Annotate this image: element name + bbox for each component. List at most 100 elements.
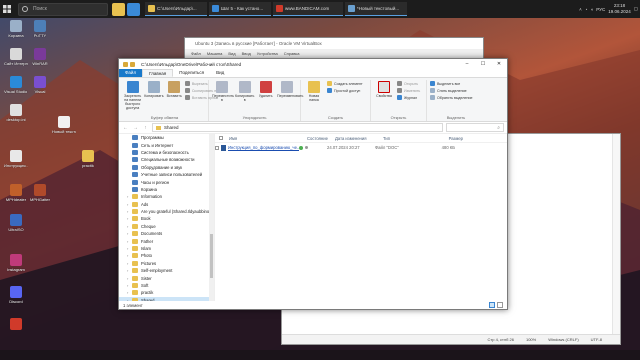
- select-all-button[interactable]: Выделить все: [430, 81, 473, 86]
- nav-item[interactable]: Специальные возможности: [119, 156, 214, 163]
- nav-item[interactable]: › Father: [119, 237, 214, 244]
- scroll-thumb[interactable]: [210, 234, 213, 278]
- nav-item[interactable]: › Soft: [119, 282, 214, 289]
- desktop-icon[interactable]: Новый текстов...: [52, 116, 76, 134]
- col-status[interactable]: Состояние: [307, 136, 335, 141]
- nav-item[interactable]: › Pictures: [119, 260, 214, 267]
- taskbar-task[interactable]: Шаг 5 - Как устано...: [209, 2, 271, 16]
- nav-item[interactable]: › Book: [119, 215, 214, 222]
- desktop-icon[interactable]: MPHGatter: [28, 184, 52, 202]
- taskbar-task[interactable]: *Новый текстовый...: [345, 2, 407, 16]
- tab-view[interactable]: Вид: [210, 69, 230, 77]
- nav-item[interactable]: Учетные записи пользователей: [119, 171, 214, 178]
- nav-item[interactable]: Корзина: [119, 186, 214, 193]
- explorer-pin-icon[interactable]: [112, 2, 125, 16]
- file-explorer-window[interactable]: C:\Users\Ильдар\OneDrive\Рабочий стол\Sh…: [118, 58, 508, 310]
- browser-pin-icon[interactable]: [127, 2, 140, 16]
- nav-scrollbar[interactable]: [209, 134, 214, 301]
- select-none-button[interactable]: Снять выделение: [430, 88, 473, 93]
- pin-quick-access-button[interactable]: Закрепить на панели быстрого доступа: [124, 80, 141, 114]
- up-button[interactable]: ↑: [142, 125, 149, 131]
- nav-item[interactable]: › Information: [119, 193, 214, 200]
- desktop-icon[interactable]: Корзина: [4, 20, 28, 38]
- copy-button[interactable]: Копировать: [144, 80, 164, 114]
- col-size[interactable]: Размер: [425, 136, 465, 141]
- vbox-menu-item[interactable]: Справка: [284, 51, 300, 56]
- volume-icon[interactable]: ◖: [590, 7, 593, 12]
- chevron-up-icon[interactable]: ˄: [579, 7, 582, 12]
- tiles-view-icon[interactable]: [497, 302, 503, 308]
- desktop-icon[interactable]: UltraISO: [4, 214, 28, 232]
- notifications-icon[interactable]: ▢: [634, 6, 638, 12]
- open-button[interactable]: Открыть: [397, 81, 420, 86]
- col-name[interactable]: Имя: [227, 136, 307, 141]
- file-name[interactable]: Инструкция_по_формированию_че...: [219, 144, 299, 151]
- desktop-icon[interactable]: [4, 318, 28, 331]
- desktop-icon[interactable]: PuTTY: [28, 20, 52, 38]
- delete-button[interactable]: Удалить: [257, 80, 274, 114]
- history-button[interactable]: Журнал: [397, 95, 420, 100]
- forward-button[interactable]: →: [132, 125, 139, 131]
- rename-button[interactable]: Переименовать: [277, 80, 303, 114]
- nav-item[interactable]: › Ads: [119, 201, 214, 208]
- col-date[interactable]: Дата изменения: [335, 136, 383, 141]
- vbox-menu-item[interactable]: Файл: [191, 51, 201, 56]
- back-button[interactable]: ←: [122, 125, 129, 131]
- maximize-button[interactable]: ☐: [475, 59, 491, 69]
- nav-item[interactable]: Сеть и Интернет: [119, 141, 214, 148]
- select-all-checkbox[interactable]: [215, 136, 227, 140]
- copy-to-button[interactable]: Копировать в: [235, 80, 254, 114]
- edit-button[interactable]: Изменить: [397, 88, 420, 93]
- network-icon[interactable]: ◔: [585, 7, 588, 12]
- easy-access-button[interactable]: Простой доступ: [327, 88, 363, 93]
- start-button[interactable]: [0, 0, 14, 18]
- tab-home[interactable]: Главная: [142, 69, 174, 77]
- notepad-scrollbar[interactable]: [612, 134, 620, 334]
- properties-button[interactable]: Свойства: [374, 80, 394, 114]
- taskbar-task[interactable]: C:\Users\Ильдар\...: [145, 2, 207, 16]
- invert-selection-button[interactable]: Обратить выделение: [430, 95, 473, 100]
- desktop-icon[interactable]: Visual Studio Code: [4, 76, 28, 94]
- new-folder-button[interactable]: Новая папка: [304, 80, 324, 114]
- quick-access-toolbar[interactable]: [123, 61, 135, 67]
- details-view-icon[interactable]: [489, 302, 495, 308]
- nav-item[interactable]: › Islam: [119, 245, 214, 252]
- tab-share[interactable]: Поделиться: [173, 69, 210, 77]
- vbox-menu-item[interactable]: Вид: [228, 51, 235, 56]
- desktop-icon[interactable]: Инструкция...: [4, 150, 28, 168]
- close-button[interactable]: ✕: [491, 59, 507, 69]
- nav-item[interactable]: › Are you grateful (Shared.Ildyaubbino): [119, 208, 214, 215]
- new-item-button[interactable]: Создать элемент: [327, 81, 363, 86]
- clock[interactable]: 23:18 19.06.2024: [608, 3, 631, 15]
- vbox-menu-item[interactable]: Ввод: [242, 51, 251, 56]
- col-type[interactable]: Тип: [383, 136, 425, 141]
- nav-item[interactable]: › Cheque: [119, 223, 214, 230]
- nav-item[interactable]: Часы и регион: [119, 178, 214, 185]
- move-to-button[interactable]: Переместить в: [212, 80, 234, 114]
- paste-button[interactable]: Вставить: [167, 80, 182, 114]
- language-indicator[interactable]: РУС: [596, 7, 605, 12]
- desktop-icon[interactable]: Discord: [4, 286, 28, 304]
- desktop-icon[interactable]: desktop.ini: [4, 104, 28, 122]
- nav-item[interactable]: Оборудование и звук: [119, 164, 214, 171]
- taskbar-task[interactable]: www.BANDICAM.com: [273, 2, 343, 16]
- nav-item[interactable]: › practik: [119, 289, 214, 296]
- desktop-icon[interactable]: Сайт Интернет-Предприн...: [4, 48, 28, 66]
- nav-item[interactable]: › Documents: [119, 230, 214, 237]
- explorer-titlebar[interactable]: C:\Users\Ильдар\OneDrive\Рабочий стол\Sh…: [119, 59, 507, 69]
- file-row[interactable]: Инструкция_по_формированию_че... 24.07.20…: [215, 143, 507, 152]
- nav-item[interactable]: › Photo: [119, 252, 214, 259]
- vbox-menu-item[interactable]: Машина: [207, 51, 222, 56]
- desktop-icon[interactable]: Instagram: [4, 254, 28, 272]
- search-box[interactable]: ⌕: [446, 123, 504, 132]
- nav-item[interactable]: Система и безопасность: [119, 149, 214, 156]
- tab-file[interactable]: Файл: [119, 69, 143, 77]
- desktop-icon[interactable]: Visual: [28, 76, 52, 94]
- desktop-icon[interactable]: MPHdeater: [4, 184, 28, 202]
- nav-item[interactable]: › Sister: [119, 274, 214, 281]
- vbox-menu-item[interactable]: Устройства: [257, 51, 278, 56]
- minimize-button[interactable]: –: [459, 59, 475, 69]
- nav-item[interactable]: Программы: [119, 134, 214, 141]
- taskbar-search[interactable]: Поиск: [18, 2, 108, 16]
- desktop-icon[interactable]: practik: [76, 150, 100, 168]
